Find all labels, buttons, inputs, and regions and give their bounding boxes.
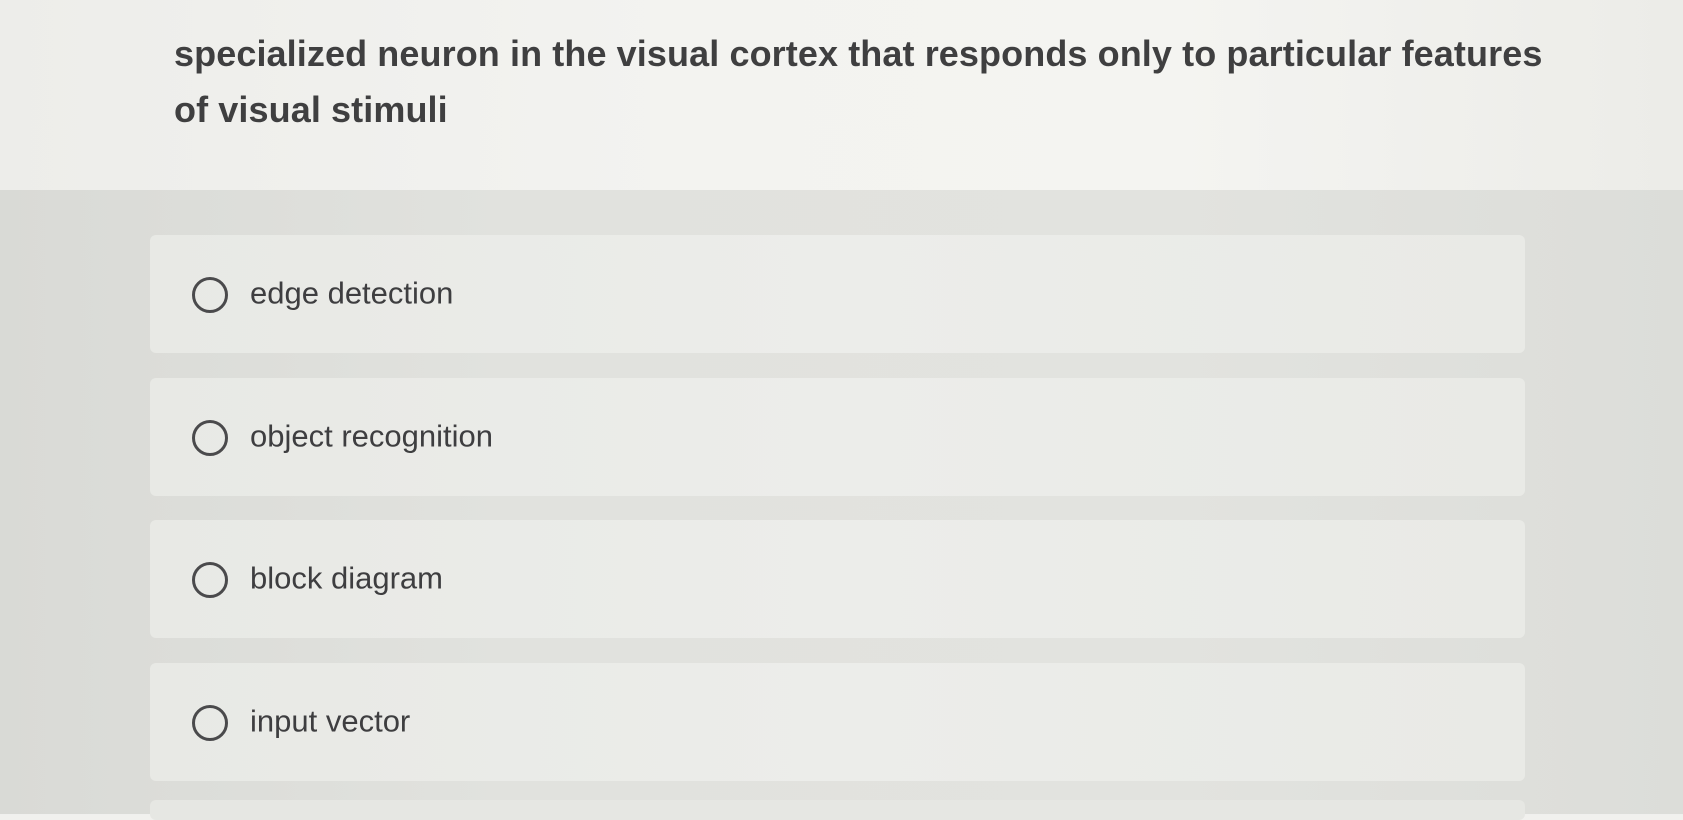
radio-button-unselected-icon[interactable] <box>192 705 228 741</box>
radio-button-unselected-icon[interactable] <box>192 562 228 598</box>
question-text: specialized neuron in the visual cortex … <box>174 33 1543 130</box>
answer-option-input-vector[interactable]: input vector <box>150 663 1525 781</box>
question-panel: specialized neuron in the visual cortex … <box>0 0 1683 190</box>
radio-button-unselected-icon[interactable] <box>192 420 228 456</box>
next-option-card-edge <box>150 800 1525 820</box>
answer-option-label: edge detection <box>250 275 454 311</box>
answer-option-block-diagram[interactable]: block diagram <box>150 520 1525 638</box>
answer-option-label: block diagram <box>250 560 443 596</box>
answer-option-edge-detection[interactable]: edge detection <box>150 235 1525 353</box>
answer-option-label: object recognition <box>250 418 493 454</box>
answer-option-label: input vector <box>250 703 411 739</box>
answer-option-object-recognition[interactable]: object recognition <box>150 378 1525 496</box>
radio-button-unselected-icon[interactable] <box>192 277 228 313</box>
